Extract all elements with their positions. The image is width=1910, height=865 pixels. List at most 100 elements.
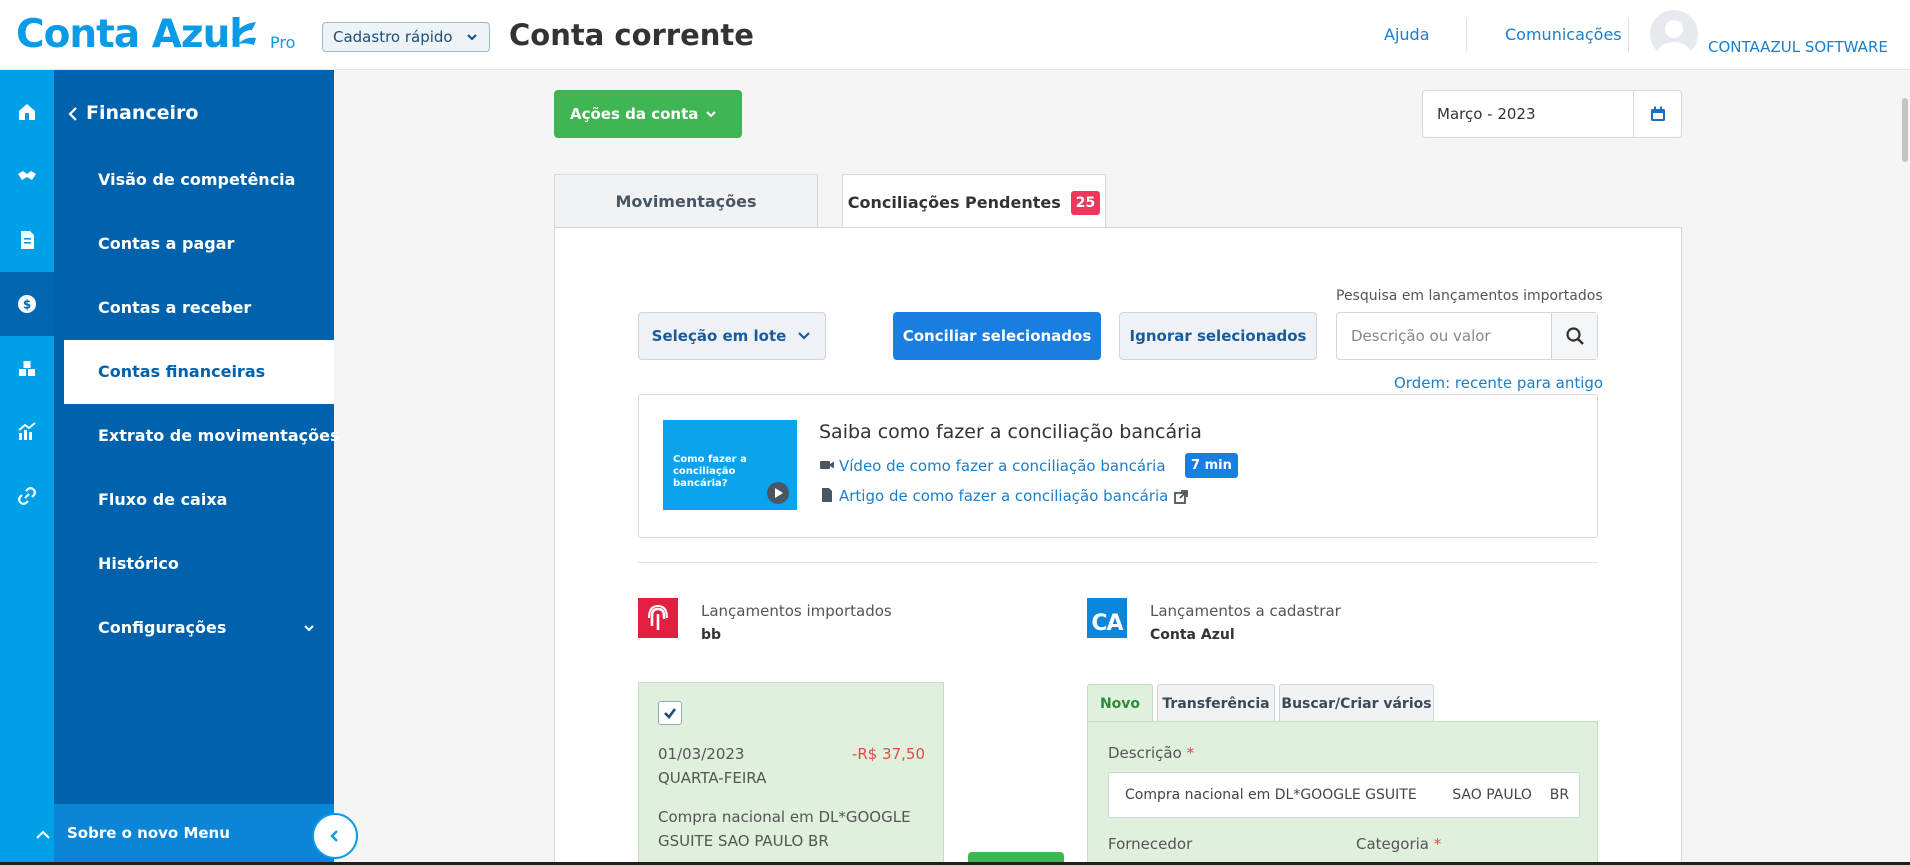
rail-reports[interactable] [0,400,54,464]
checkmark-icon [664,708,677,719]
menu-item-receivables[interactable]: Contas a receber [64,276,334,340]
video-duration-badge: 7 min [1185,453,1238,478]
chevron-up-icon [36,830,50,839]
chevron-left-icon [330,830,338,842]
top-header: Conta Azul Pro Cadastro rápido Conta cor… [0,0,1910,70]
menu-footer[interactable]: Sobre o novo Menu [40,804,334,865]
description-input[interactable] [1109,773,1579,817]
menu-item-financial-accounts[interactable]: Contas financeiras [64,340,334,404]
period-value: Março - 2023 [1437,105,1536,123]
search-box [1336,312,1598,360]
logo-text: Conta Azul [16,12,243,57]
avatar[interactable] [1650,10,1698,58]
search-button[interactable] [1551,313,1597,359]
section-divider [638,562,1598,563]
boxes-icon [19,361,35,376]
supplier-label: Fornecedor [1108,835,1193,853]
menu-item-payables[interactable]: Contas a pagar [64,212,334,276]
category-label: Categoria * [1356,835,1442,853]
rail-documents[interactable] [0,208,54,272]
new-entry-form: Descrição * Fornecedor Categoria * [1087,721,1598,865]
dollar-icon: $ [18,295,36,313]
help-card: Como fazer a conciliação bancária? Saiba… [638,394,1598,538]
rail-footer[interactable] [0,804,54,865]
quick-register-label: Cadastro rápido [333,28,453,46]
user-avatar-icon [1657,20,1691,58]
search-input[interactable] [1337,313,1551,359]
sort-order-link[interactable]: Ordem: recente para antigo [1394,374,1603,392]
video-thumbnail[interactable]: Como fazer a conciliação bancária? [663,420,797,510]
article-tutorial-link[interactable]: Artigo de como fazer a conciliação bancá… [839,487,1168,505]
tab-search-create-many[interactable]: Buscar/Criar vários [1279,684,1434,722]
chevron-down-icon [467,34,477,41]
financial-menu: Financeiro Visão de competência Contas a… [40,70,339,865]
play-icon [767,482,789,504]
transaction-checkbox[interactable] [658,701,682,725]
plan-label: Pro [270,33,296,52]
batch-select-dropdown[interactable]: Seleção em lote [638,312,826,360]
help-link[interactable]: Ajuda [1384,25,1430,44]
transaction-description: Compra nacional em DL*GOOGLE GSUITE SAO … [658,808,911,850]
handshake-icon [18,171,36,180]
article-icon [822,488,832,502]
scrollbar-thumb[interactable] [1902,98,1908,162]
svg-text:$: $ [23,298,31,312]
description-label: Descrição * [1108,744,1195,762]
transaction-amount: -R$ 37,50 [851,745,925,763]
company-name[interactable]: CONTAAZUL SOFTWARE [1708,38,1888,56]
imported-entries-label: Lançamentos importados [701,602,892,620]
chevron-down-icon [706,111,716,118]
logo-mark-icon [232,22,256,45]
bank-logo-icon [638,598,678,638]
chevron-down-icon [798,332,811,340]
document-icon [21,231,34,249]
chevron-left-icon[interactable] [66,106,80,122]
description-field-wrapper [1108,772,1580,818]
rail-financial[interactable]: $ [0,272,54,336]
menu-item-competence[interactable]: Visão de competência [64,148,334,212]
icon-rail: $ [0,70,54,865]
menu-item-cash-flow[interactable]: Fluxo de caixa [64,468,334,532]
video-camera-icon [820,461,834,469]
search-label: Pesquisa em lançamentos importados [1336,288,1603,304]
quick-register-dropdown[interactable]: Cadastro rápido [322,22,490,52]
transaction-date: 01/03/2023 [658,745,745,763]
help-title: Saiba como fazer a conciliação bancária [819,421,1202,443]
menu-item-statement[interactable]: Extrato de movimentações [64,404,339,468]
pending-count-badge: 25 [1070,190,1101,215]
reconcile-selected-button[interactable]: Conciliar selecionados [893,312,1101,360]
menu-item-settings[interactable]: Configurações [64,596,334,660]
entries-to-register-label: Lançamentos a cadastrar [1150,602,1341,620]
chart-icon [18,422,36,440]
conta-azul-logo-icon: CA [1087,598,1127,638]
menu-title[interactable]: Financeiro [86,102,198,124]
rail-integrations[interactable] [0,464,54,528]
header-divider [1628,18,1629,52]
header-divider [1466,18,1467,52]
register-source-name: Conta Azul [1150,627,1235,643]
imported-transaction-card[interactable]: 01/03/2023 -R$ 37,50 QUARTA-FEIRA Compra… [638,682,944,865]
calendar-icon [1650,106,1665,121]
transaction-weekday: QUARTA-FEIRA [658,769,767,787]
home-icon [19,104,35,120]
communications-link[interactable]: Comunicações [1505,25,1622,44]
menu-item-history[interactable]: Histórico [64,532,334,596]
tab-new[interactable]: Novo [1087,684,1153,722]
chevron-down-icon [304,625,314,632]
new-menu-info-label: Sobre o novo Menu [67,824,230,842]
tab-pending-reconciliations[interactable]: Conciliações Pendentes 25 [842,174,1106,230]
collapse-menu-button[interactable] [312,813,358,859]
rail-home[interactable] [0,80,54,144]
ignore-selected-button[interactable]: Ignorar selecionados [1119,312,1317,360]
tab-movements[interactable]: Movimentações [554,174,818,228]
link-icon [18,487,36,505]
account-actions-button[interactable]: Ações da conta [554,90,742,138]
video-tutorial-link[interactable]: Vídeo de como fazer a conciliação bancár… [839,457,1166,475]
calendar-button[interactable] [1633,91,1681,137]
tab-transfer[interactable]: Transferência [1157,684,1275,722]
rail-sales[interactable] [0,144,54,208]
period-selector[interactable]: Março - 2023 [1422,90,1682,138]
rail-inventory[interactable] [0,336,54,400]
external-link-icon[interactable] [1173,489,1189,505]
search-icon [1565,327,1584,345]
